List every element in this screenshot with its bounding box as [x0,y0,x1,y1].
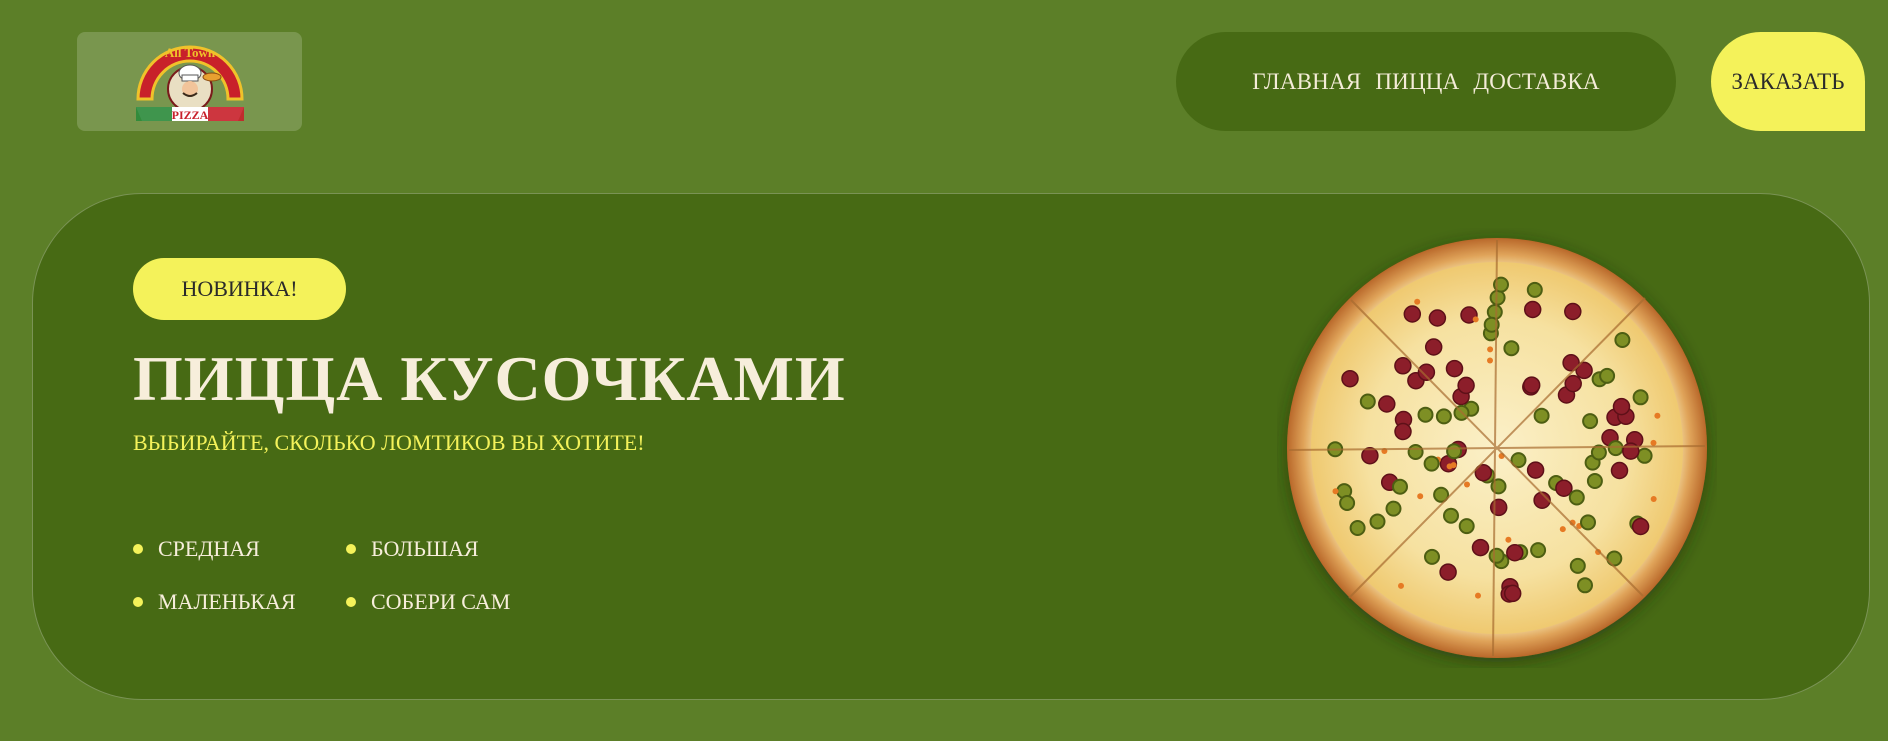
chef-pizza-logo-icon: PIZZA All Town [135,45,244,122]
size-option-small[interactable]: МАЛЕНЬКАЯ [133,589,346,615]
hero-banner: НОВИНКА! ПИЦЦА КУСОЧКАМИ ВЫБИРАЙТЕ, СКОЛ… [32,193,1870,700]
size-option-label: СРЕДНАЯ [158,536,260,561]
main-nav: ГЛАВНАЯ ПИЦЦА ДОСТАВКА [1176,32,1676,131]
nav-item-delivery[interactable]: ДОСТАВКА [1473,69,1599,95]
hero-title: ПИЦЦА КУСОЧКАМИ [133,343,846,414]
pizza-image [1287,238,1707,658]
size-option-label: СОБЕРИ САМ [371,589,511,614]
logo[interactable]: PIZZA All Town [77,32,302,131]
nav-item-home[interactable]: ГЛАВНАЯ [1252,69,1361,95]
hero-subtitle: ВЫБИРАЙТЕ, СКОЛЬКО ЛОМТИКОВ ВЫ ХОТИТЕ! [133,430,645,455]
yellow-dot-icon [133,544,143,554]
order-button[interactable]: ЗАКАЗАТЬ [1711,32,1865,131]
size-option-label: МАЛЕНЬКАЯ [158,589,296,614]
logo-bottom-text: PIZZA [171,108,208,122]
yellow-dot-icon [133,597,143,607]
yellow-dot-icon [346,544,356,554]
new-badge: НОВИНКА! [133,258,346,320]
size-option-large[interactable]: БОЛЬШАЯ [346,536,546,562]
logo-top-text: All Town [164,45,215,60]
size-option-custom[interactable]: СОБЕРИ САМ [346,589,546,615]
nav-item-pizza[interactable]: ПИЦЦА [1375,69,1459,95]
size-option-label: БОЛЬШАЯ [371,536,479,561]
size-options: СРЕДНАЯ БОЛЬШАЯ МАЛЕНЬКАЯ СОБЕРИ САМ [133,536,546,615]
size-option-medium[interactable]: СРЕДНАЯ [133,536,346,562]
yellow-dot-icon [346,597,356,607]
